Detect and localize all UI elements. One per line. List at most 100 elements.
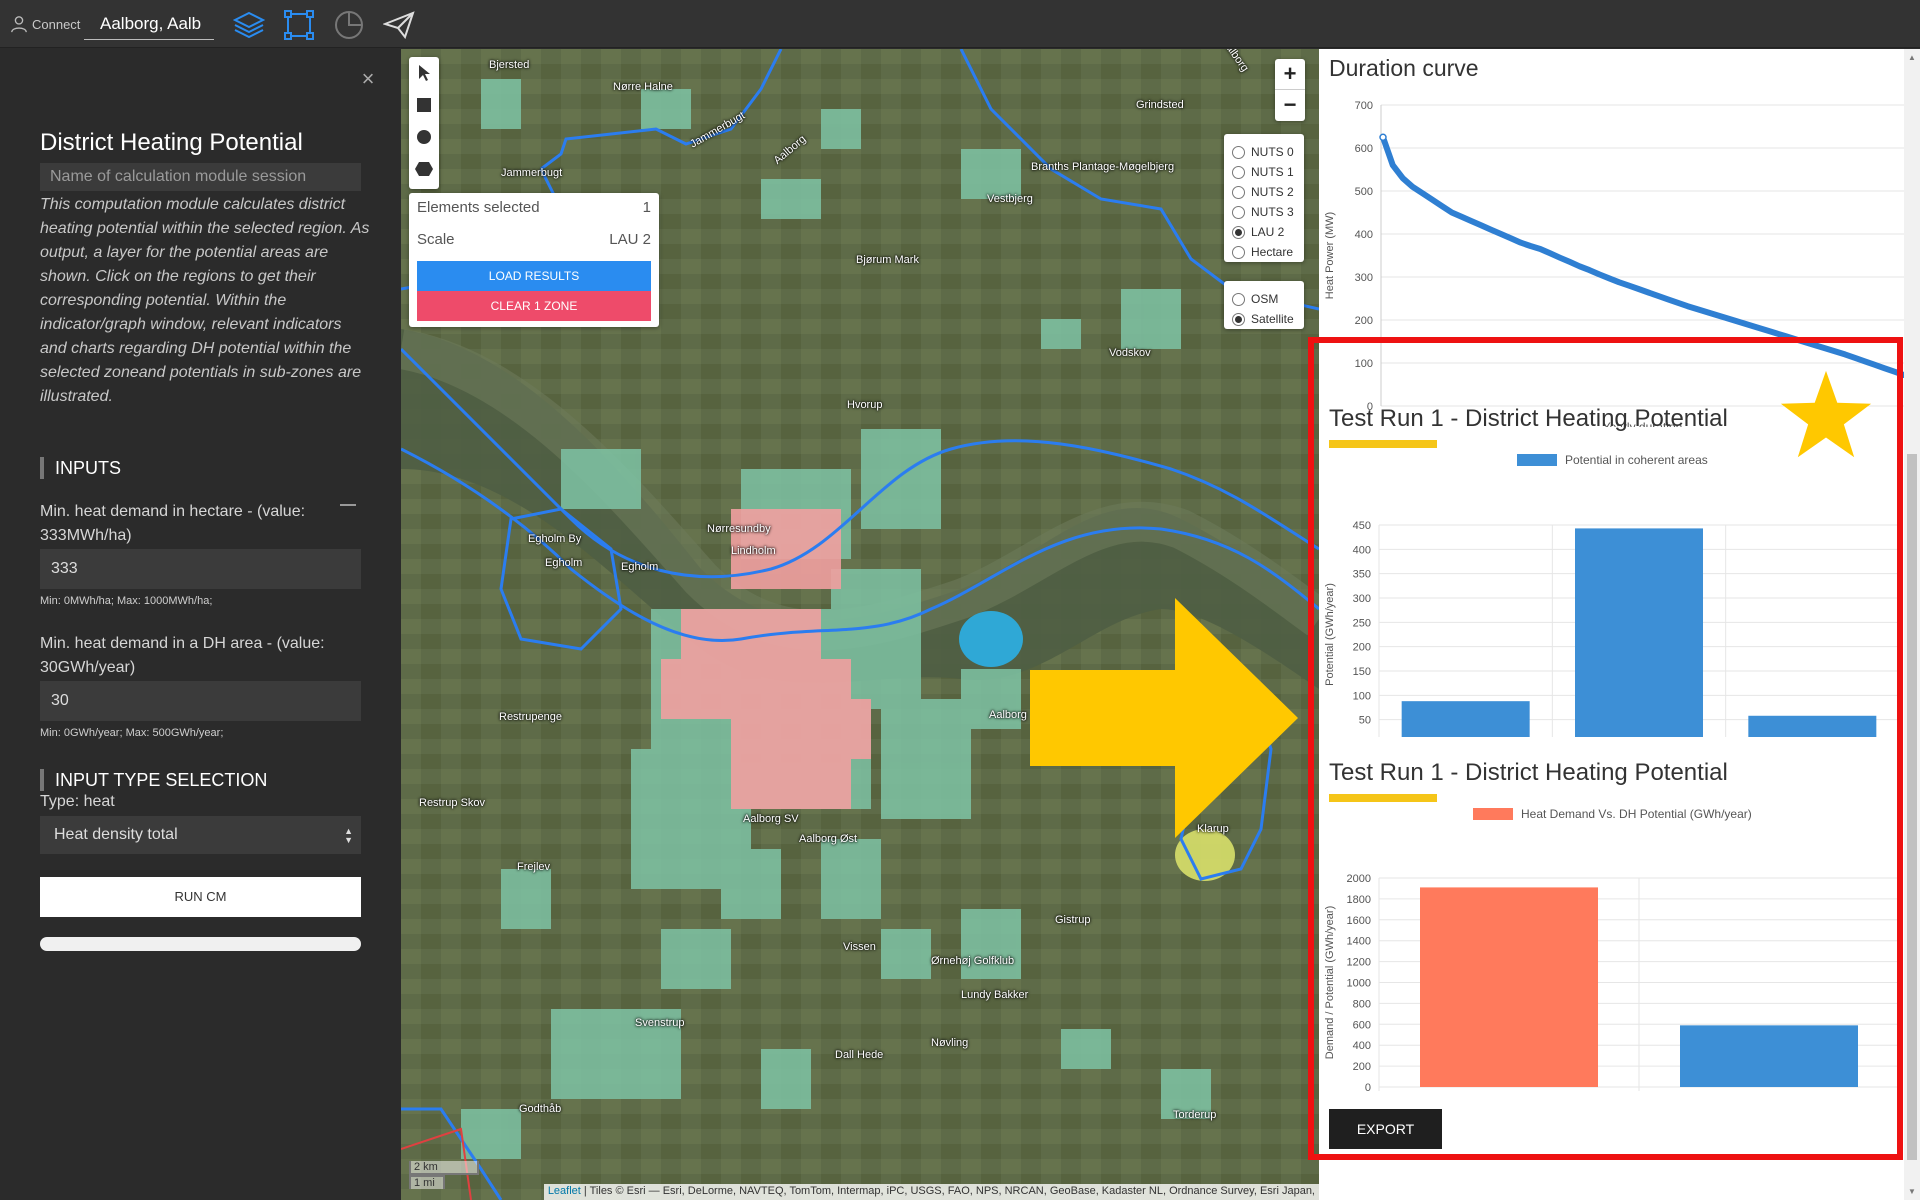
legend-swatch-blue <box>1517 454 1557 466</box>
nuts-level-option[interactable]: NUTS 2 <box>1232 182 1304 202</box>
zoom-in-button[interactable]: + <box>1275 59 1305 90</box>
session-name-input[interactable] <box>40 163 361 191</box>
nuts-level-option[interactable]: NUTS 0 <box>1232 142 1304 162</box>
rectangle-tool[interactable] <box>409 89 439 121</box>
y-tick-label: 600 <box>1353 1019 1371 1031</box>
bar <box>1680 1025 1858 1087</box>
place-label: Restrup Skov <box>419 797 486 809</box>
basemap-option[interactable]: Satellite <box>1232 309 1304 329</box>
basemap-option[interactable]: OSM <box>1232 289 1304 309</box>
demand-legend-label: Heat Demand Vs. DH Potential (GWh/year) <box>1521 807 1752 821</box>
input-type-select[interactable]: Heat density total ▲ ▼ <box>40 816 361 854</box>
heat-demand-dh-area-input[interactable]: 30 <box>40 681 361 721</box>
heat-demand-hectare-input[interactable]: 333 <box>40 549 361 589</box>
bar <box>1401 701 1530 737</box>
y-tick-label: 0 <box>1365 1082 1371 1091</box>
potential-legend-label: Potential in coherent areas <box>1565 453 1708 467</box>
y-tick-label: 450 <box>1353 520 1371 532</box>
send-button[interactable] <box>382 8 416 42</box>
polygon-tool[interactable] <box>409 153 439 185</box>
nuts-level-option[interactable]: Hectare <box>1232 242 1304 262</box>
nuts-level-option-label: Hectare <box>1251 245 1294 259</box>
location-search-input[interactable]: Aalborg, Aalb <box>84 10 214 40</box>
y-tick-label: 300 <box>1353 593 1371 605</box>
place-label: Nøvling <box>931 1037 969 1049</box>
indicator-panel: Duration curve 0 100 200 300 400 500 600 700 Hea… <box>1319 49 1920 1200</box>
potential-title-highlight <box>1329 440 1437 448</box>
radio-icon[interactable] <box>1232 205 1245 219</box>
place-label: Ørnehøj Golfklub <box>931 955 1015 967</box>
radio-icon[interactable] <box>1232 165 1245 179</box>
place-label: Branths Plantage-Møgelbjerg <box>1031 161 1175 173</box>
y-tick-label: 50 <box>1359 715 1371 727</box>
duration-series-line <box>1380 134 1904 378</box>
potential-bar-chart: 050100150200250300350400450123Potential … <box>1324 520 1900 737</box>
basemap-selector: OSM Satellite <box>1224 281 1304 329</box>
scale-value: LAU 2 <box>609 231 651 248</box>
panel-scrollbar[interactable]: ▲ ▼ <box>1904 49 1920 1200</box>
layers-button[interactable] <box>232 8 266 42</box>
scale-mi: 1 mi <box>409 1175 445 1189</box>
heat-demand-dh-area-hint: Min: 0GWh/year; Max: 500GWh/year; <box>40 727 224 739</box>
connect-link[interactable]: Connect <box>10 14 80 34</box>
input-type-header: INPUT TYPE SELECTION <box>40 769 267 791</box>
nuts-level-selector: NUTS 0 NUTS 1 NUTS 2 NUTS 3 LAU 2 Hectare <box>1224 134 1304 262</box>
nuts-level-option-label: NUTS 3 <box>1251 205 1294 219</box>
nuts-level-option[interactable]: LAU 2 <box>1232 222 1304 242</box>
y-tick-label: 700 <box>1355 100 1373 112</box>
y-axis-label: Demand / Potential (GWh/year) <box>1324 906 1336 1059</box>
place-label: Hvorup <box>847 399 883 411</box>
select-arrows-icon: ▲ ▼ <box>344 826 353 845</box>
zoom-out-button[interactable]: − <box>1275 90 1305 121</box>
nuts-level-option-label: LAU 2 <box>1251 225 1285 239</box>
radio-icon[interactable] <box>1232 245 1245 259</box>
circle-tool[interactable] <box>409 121 439 153</box>
radio-icon[interactable] <box>1232 225 1245 239</box>
basemap-option-label: OSM <box>1251 292 1279 306</box>
place-label: Frejlev <box>517 861 551 873</box>
charts-button[interactable] <box>332 8 366 42</box>
inputs-header: INPUTS <box>40 457 121 479</box>
calculation-module-panel: × District Heating Potential This comput… <box>0 49 400 1200</box>
y-tick-label: 300 <box>1355 272 1373 284</box>
place-label: Torderup <box>1173 1109 1217 1121</box>
scale-row: Scale LAU 2 <box>417 231 651 251</box>
y-tick-label: 1600 <box>1347 915 1371 927</box>
y-tick-label: 250 <box>1353 617 1371 629</box>
y-tick-label: 200 <box>1353 642 1371 654</box>
place-label: Aalborg <box>989 709 1027 721</box>
radio-icon[interactable] <box>1232 292 1245 306</box>
scrollbar-thumb[interactable] <box>1907 454 1917 1160</box>
scroll-up-icon[interactable]: ▲ <box>1907 53 1917 62</box>
place-label: Dall Hede <box>835 1049 884 1061</box>
place-label: Egholm <box>545 557 583 569</box>
potential-legend: Potential in coherent areas <box>1517 453 1708 467</box>
nuts-level-option-label: NUTS 2 <box>1251 185 1294 199</box>
layers-icon <box>233 11 265 39</box>
y-tick-label: 400 <box>1355 229 1373 241</box>
place-label: Nørresundby <box>707 523 771 535</box>
pointer-tool[interactable] <box>409 57 439 89</box>
y-tick-label: 800 <box>1353 998 1371 1010</box>
attribution-text: | Tiles © Esri — Esri, DeLorme, NAVTEQ, … <box>580 1185 1315 1197</box>
scroll-down-icon[interactable]: ▼ <box>1907 1187 1917 1196</box>
radio-icon[interactable] <box>1232 185 1245 199</box>
nuts-level-option-label: NUTS 0 <box>1251 145 1294 159</box>
place-label: Jammerbugt <box>501 167 563 179</box>
selection-tool-button[interactable] <box>282 8 316 42</box>
nuts-level-option[interactable]: NUTS 3 <box>1232 202 1304 222</box>
run-cm-button[interactable]: RUN CM <box>40 877 361 917</box>
radio-icon[interactable] <box>1232 312 1245 326</box>
place-label: Lundy Bakker <box>961 989 1029 1001</box>
close-panel-icon[interactable]: × <box>358 68 378 90</box>
place-label: Aalborg Øst <box>799 833 858 845</box>
leaflet-link[interactable]: Leaflet <box>548 1185 581 1197</box>
radio-icon[interactable] <box>1232 145 1245 159</box>
nuts-level-option[interactable]: NUTS 1 <box>1232 162 1304 182</box>
export-button[interactable]: EXPORT <box>1329 1109 1442 1149</box>
y-axis-label: Potential (GWh/year) <box>1324 583 1336 686</box>
clear-zone-button[interactable]: CLEAR 1 ZONE <box>417 291 651 321</box>
star-icon <box>1780 370 1872 458</box>
scale-bar: 2 km 1 mi <box>409 1161 479 1189</box>
load-results-button[interactable]: LOAD RESULTS <box>417 261 651 291</box>
